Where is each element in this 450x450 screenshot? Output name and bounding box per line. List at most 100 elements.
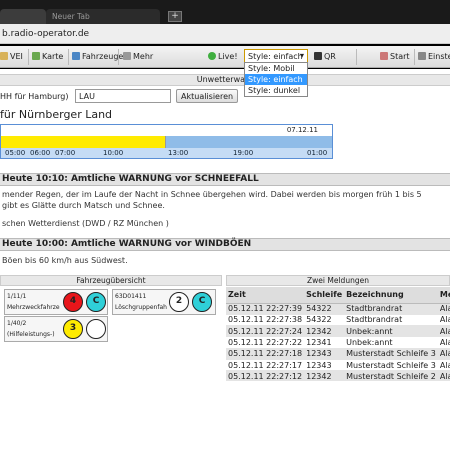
vehicle-name: Löschgruppenfah xyxy=(115,304,167,311)
toolbar-item-vei[interactable]: VEI xyxy=(0,52,23,61)
region-label: HH für Hamburg) xyxy=(0,92,69,101)
live-icon xyxy=(208,52,216,60)
new-tab-button[interactable]: + xyxy=(168,11,182,22)
timeline-axis: 05:00 06:00 07:00 10:00 13:00 19:00 01:0… xyxy=(1,148,332,158)
timeline-tick: 13:00 xyxy=(168,149,189,157)
vehicle-code: 1/40/2 xyxy=(7,320,27,327)
table-row[interactable]: 05.12.11 22:27:3854322StadtbrandratAla xyxy=(226,314,450,327)
address-bar[interactable]: b.radio-operator.de xyxy=(0,24,450,44)
vehicle-overview-header: Fahrzeugübersicht xyxy=(0,275,222,286)
vehicle-extra-circle[interactable] xyxy=(86,319,106,339)
vehicle-overview-panel: Fahrzeugübersicht 1/11/1 Mehrzweckfahrze… xyxy=(0,275,222,381)
table-row[interactable]: 05.12.11 22:27:2212341Unbek:anntAla xyxy=(226,336,450,349)
vehicle-card[interactable]: 1/11/1 Mehrzweckfahrze 4 C xyxy=(4,289,108,315)
table-row[interactable]: 05.12.11 22:27:2412342Unbek:anntAla xyxy=(226,325,450,338)
style-option[interactable]: Style: Mobil xyxy=(245,63,307,74)
table-cell: 05.12.11 22:27:38 xyxy=(226,314,305,327)
toolbar-item-start[interactable]: Start xyxy=(380,52,410,61)
vehicle-status-circle[interactable]: 2 xyxy=(169,292,189,312)
column-header[interactable]: Me xyxy=(437,287,450,304)
weather-section-header: Unwetterwarn xyxy=(0,74,450,86)
toolbar-item-mehr[interactable]: Mehr xyxy=(123,52,153,61)
toolbar-divider xyxy=(28,49,29,65)
warning-text: mender Regen, der im Laufe der Nacht in … xyxy=(2,190,422,199)
vehicle-card[interactable]: 1/40/2 (Hilfeleistungs-) 3 xyxy=(4,316,108,342)
style-select[interactable]: Style: einfach ▾ xyxy=(244,49,308,63)
style-option[interactable]: Style: dunkel xyxy=(245,85,307,96)
vehicle-code: 63D01411 xyxy=(115,293,147,300)
warning-source: schen Wetterdienst (DWD / RZ München ) xyxy=(2,219,169,228)
table-cell: 05.12.11 22:27:39 xyxy=(226,303,305,315)
column-header[interactable]: Zeit xyxy=(226,287,305,304)
toolbar-item-einstellungen[interactable]: Einste xyxy=(418,52,450,61)
toolbar-item-qr[interactable]: QR xyxy=(314,52,336,61)
column-header[interactable]: Schleife xyxy=(304,287,345,304)
toolbar-divider xyxy=(356,49,357,65)
column-header[interactable]: Bezeichnung xyxy=(344,287,438,304)
table-cell: 12342 xyxy=(304,370,345,381)
timeline-tick: 19:00 xyxy=(233,149,254,157)
table-cell: Musterstadt Schleife 3 xyxy=(344,359,438,372)
url-text[interactable]: b.radio-operator.de xyxy=(2,29,89,39)
chevron-down-icon: ▾ xyxy=(299,51,304,60)
area-title: für Nürnberger Land xyxy=(0,108,113,121)
events-header-row: Zeit Schleife Bezeichnung Me xyxy=(226,287,450,304)
vehicle-card[interactable]: 63D01411 Löschgruppenfah 2 C xyxy=(112,289,216,315)
main-content: Unwetterwarn HH für Hamburg) LAU Aktuali… xyxy=(0,69,450,450)
events-body: 05.12.11 22:27:3954322StadtbrandratAla05… xyxy=(226,303,450,381)
style-dropdown-list: Style: Mobil Style: einfach Style: dunke… xyxy=(244,62,308,97)
timeline-warning-wind xyxy=(166,136,332,148)
vehicle-status-circle[interactable]: 4 xyxy=(63,292,83,312)
folder-icon xyxy=(0,52,8,60)
table-cell: Unbek:annt xyxy=(344,336,438,349)
settings-icon xyxy=(418,52,426,60)
vehicle-status-circle[interactable]: 3 xyxy=(63,319,83,339)
home-icon xyxy=(380,52,388,60)
toolbar-item-live[interactable]: Live! xyxy=(208,52,238,61)
vehicle-extra-circle[interactable]: C xyxy=(192,292,212,312)
toolbar-item-fahrzeuge[interactable]: Fahrzeuge xyxy=(72,52,123,61)
region-input[interactable]: LAU xyxy=(75,89,171,103)
style-option[interactable]: Style: einfach xyxy=(245,74,307,85)
timeline-date: 07.12.11 xyxy=(286,126,318,134)
table-row[interactable]: 05.12.11 22:27:3954322StadtbrandratAla xyxy=(226,303,450,315)
events-table: Zeit Schleife Bezeichnung Me 05.12.11 22… xyxy=(226,287,450,381)
table-cell: 05.12.11 22:27:17 xyxy=(226,359,305,372)
timeline-tick: 10:00 xyxy=(103,149,124,157)
table-cell: Ala xyxy=(437,348,450,360)
truck-icon xyxy=(72,52,80,60)
table-cell: Ala xyxy=(437,370,450,381)
table-cell: 12341 xyxy=(304,336,345,349)
table-cell: Ala xyxy=(437,336,450,349)
toolbar-item-karte[interactable]: Karte xyxy=(32,52,63,61)
events-header: Zwei Meldungen xyxy=(226,275,450,286)
refresh-button[interactable]: Aktualisieren xyxy=(176,89,239,103)
table-row[interactable]: 05.12.11 22:27:18 12343 Musterstadt Schlei… xyxy=(226,348,450,360)
tab-current[interactable] xyxy=(0,9,46,24)
toolbar-divider xyxy=(118,49,119,65)
table-cell: Musterstadt Schleife 2 xyxy=(344,370,438,381)
vehicle-extra-circle[interactable]: C xyxy=(86,292,106,312)
vehicle-name: (Hilfeleistungs-) xyxy=(7,331,55,338)
timeline-tick: 06:00 xyxy=(30,149,51,157)
table-cell: 05.12.11 22:27:12 xyxy=(226,370,305,381)
table-cell: 12343 xyxy=(304,359,345,372)
table-cell: 05.12.11 22:27:18 xyxy=(226,348,305,360)
table-row[interactable]: 05.12.11 22:27:12 12342 Musterstadt Schlei… xyxy=(226,370,450,381)
warning-heading-wind: Heute 10:00: Amtliche WARNUNG vor WINDBÖ… xyxy=(0,238,450,251)
table-cell: Ala xyxy=(437,303,450,315)
table-cell: 12342 xyxy=(304,325,345,338)
wrench-icon xyxy=(123,52,131,60)
tab-new-tab[interactable]: Neuer Tab xyxy=(46,9,160,24)
timeline-tick: 07:00 xyxy=(55,149,76,157)
browser-tabstrip: Neuer Tab + xyxy=(0,0,450,24)
table-row[interactable]: 05.12.11 22:27:17 12343 Musterstadt Schlei… xyxy=(226,359,450,372)
table-cell: 12343 xyxy=(304,348,345,360)
warning-text: Böen bis 60 km/h aus Südwest. xyxy=(2,256,128,265)
toolbar-divider xyxy=(68,49,69,65)
toolbar-divider xyxy=(414,49,415,65)
vehicle-code: 1/11/1 xyxy=(7,293,27,300)
timeline-tick: 01:00 xyxy=(307,149,328,157)
table-cell: 54322 xyxy=(304,303,345,315)
table-cell: Musterstadt Schleife 3 xyxy=(344,348,438,360)
